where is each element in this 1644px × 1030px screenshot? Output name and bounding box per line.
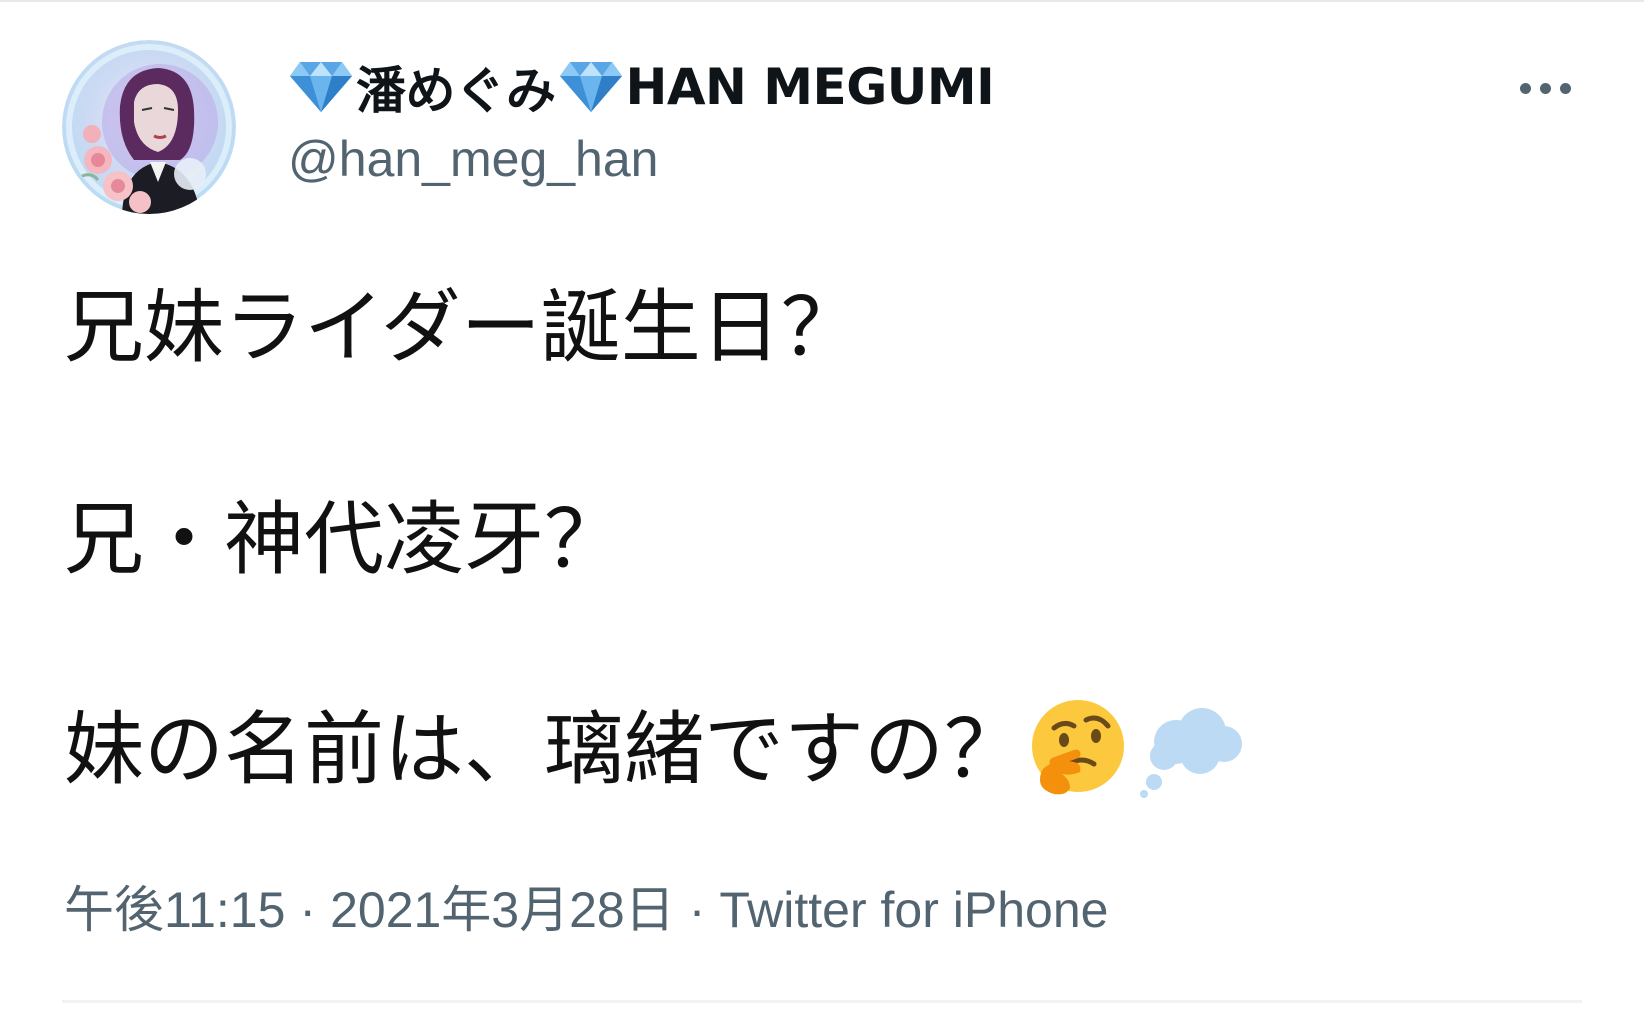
tweet-text-line-3-text: 妹の名前は、璃緒ですの？ [64,703,1024,796]
meta-separator: · [299,882,317,938]
tweet-text-line-3: 妹の名前は、璃緒ですの？ [64,700,1244,800]
thought-balloon-icon [1136,698,1244,799]
display-name-text-2: HAN MEGUMI [625,58,995,116]
avatar-illustration [62,40,236,214]
thinking-face-icon [1028,698,1128,798]
tweet-text-line-1: 兄妹ライダー誕生日？ [64,281,861,374]
more-dots-icon [1519,82,1531,94]
author-display-name[interactable]: 潘めぐみ HAN MEGUMI [288,52,995,122]
divider [62,1000,1582,1003]
tweet-card: 潘めぐみ HAN MEGUMI @han_meg_han 兄妹ライダー誕生日？ … [0,0,1644,1030]
avatar[interactable] [62,40,236,214]
tweet-text-line-2: 兄・神代凌牙？ [64,493,624,586]
tweet-source-link[interactable]: Twitter for iPhone [719,882,1108,938]
more-dot [1559,82,1571,94]
display-name-text-1: 潘めぐみ [356,62,556,120]
meta-separator: · [688,882,706,938]
more-dot [1539,82,1551,94]
tweet-metadata: 午後11:15 · 2021年3月28日 · Twitter for iPhone [64,870,1108,942]
gem-stone-icon [288,60,354,114]
top-border [0,0,1644,2]
gem-stone-icon [558,60,624,114]
tweet-date[interactable]: 2021年3月28日 [330,882,675,938]
tweet-time[interactable]: 午後11:15 [64,882,285,938]
author-handle[interactable]: @han_meg_han [288,130,658,188]
more-options-button[interactable] [1500,66,1590,110]
